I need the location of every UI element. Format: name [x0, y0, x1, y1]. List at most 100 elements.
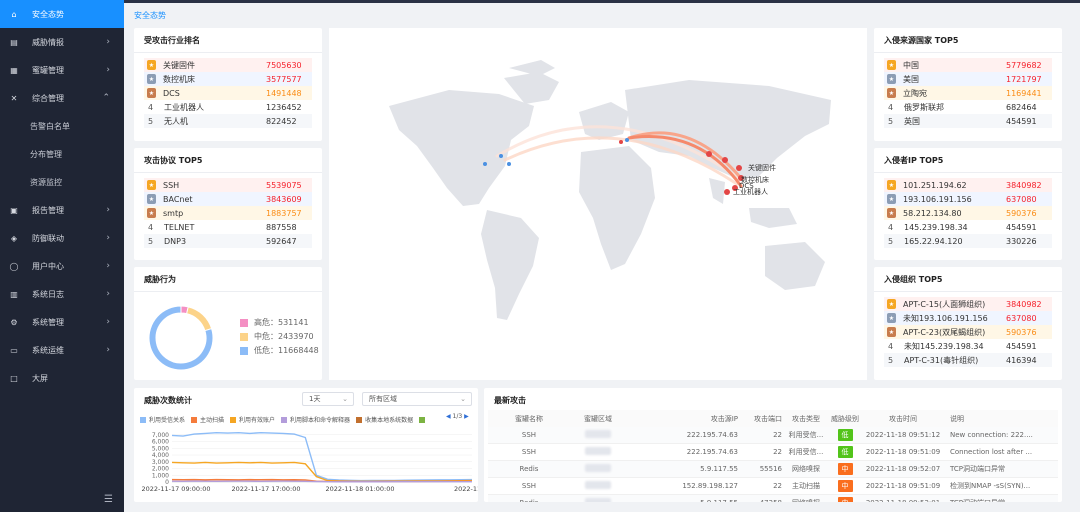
rank-number: 4	[888, 102, 894, 112]
top-bar	[124, 0, 1080, 3]
collapse-icon[interactable]: ☰	[104, 494, 113, 505]
rank-row[interactable]: 5 英国 454591	[884, 114, 1052, 128]
chart-legend-item[interactable]: 收集本地系统数据	[356, 415, 413, 424]
chart-legend-item[interactable]: 利用受信关系	[140, 415, 185, 424]
rank-row[interactable]: ★ DCS 1491448	[144, 86, 312, 100]
sidebar-item-a3[interactable]: ✕ 综合管理 ⌃	[0, 84, 124, 112]
sidebar-subitem[interactable]: 告警白名单	[0, 112, 124, 140]
sidebar-item-b6[interactable]: □ 大屏	[0, 364, 124, 392]
rank-row[interactable]: ★ 中国 5779682	[884, 58, 1052, 72]
series-line[interactable]	[171, 431, 473, 482]
sidebar-item-b4[interactable]: ⚙ 系统管理 ›	[0, 308, 124, 336]
sidebar-item-a0[interactable]: ⌂ 安全态势	[0, 0, 124, 28]
cell-level: 中	[830, 480, 860, 492]
next-icon[interactable]: ▶	[464, 413, 469, 420]
rank-row[interactable]: 5 DNP3 592647	[144, 234, 312, 248]
rank-row[interactable]: ★ smtp 1883757	[144, 206, 312, 220]
table-row[interactable]: SSH 222.195.74.63 22 利用受信... 低 2022-11-18 09:…	[488, 427, 1058, 444]
rank-row[interactable]: ★ 美国 1721797	[884, 72, 1052, 86]
industry-title: 受攻击行业排名	[144, 36, 200, 45]
table-header-cell: 攻击类型	[792, 414, 820, 423]
rank-row[interactable]: 5 165.22.94.120 330226	[884, 234, 1052, 248]
blurred-region	[585, 498, 611, 502]
sidebar-subitem[interactable]: 资源监控	[0, 168, 124, 196]
rank-name: 58.212.134.80	[903, 208, 962, 218]
region-select[interactable]: 所有区域 ⌄	[362, 392, 472, 406]
rank-number: 4	[888, 341, 894, 351]
rank-row[interactable]: ★ 101.251.194.62 3840982	[884, 178, 1052, 192]
series-line[interactable]	[171, 480, 472, 483]
table-row[interactable]: Redis 5.9.117.5547258网络嗅探 中 2022-11-18 09:5…	[488, 495, 1058, 502]
rank-value: 330226	[1006, 236, 1037, 246]
sidebar-item-b0[interactable]: ▣ 报告管理 ›	[0, 196, 124, 224]
rank-row[interactable]: ★ 58.212.134.80 590376	[884, 206, 1052, 220]
chart-legend-item[interactable]: 利用脚本和命令解释器	[281, 415, 350, 424]
cell-honeypot: Redis	[519, 465, 539, 473]
sidebar-item-a1[interactable]: ▤ 威胁情报 ›	[0, 28, 124, 56]
chart-legend: 利用受信关系 主动扫描 利用有效账户 利用脚本和命令解释器 收集本地系统数据	[140, 415, 434, 424]
rank-name: APT-C-23(双尾蝎组织)	[903, 327, 986, 337]
cell-level: 中	[830, 497, 860, 502]
world-map-svg: 关键固件 数控机床 DCS 工业机器人	[389, 60, 831, 320]
chevron-down-icon: ⌄	[460, 395, 466, 403]
cell-source-ip: 152.89.198.127	[682, 482, 738, 490]
rank-row[interactable]: 5 APT-C-31(毒针组织) 416394	[884, 353, 1052, 367]
sidebar-item-b1[interactable]: ◈ 防御联动 ›	[0, 224, 124, 252]
chart-legend-item[interactable]: 主动扫描	[191, 415, 224, 424]
world-map[interactable]: 关键固件 数控机床 DCS 工业机器人	[329, 28, 867, 380]
rank-row[interactable]: ★ APT-C-23(双尾蝎组织) 590376	[884, 325, 1052, 339]
sidebar-subitem[interactable]: 分布管理	[0, 140, 124, 168]
rank-name: 101.251.194.62	[903, 180, 967, 190]
rank-row[interactable]: ★ 数控机床 3577577	[144, 72, 312, 86]
rank-row[interactable]: ★ 关键固件 7505630	[144, 58, 312, 72]
legend-pager[interactable]: ◀ 1/3 ▶	[446, 413, 469, 420]
rank-name: DNP3	[164, 236, 187, 246]
sidebar-item-label: 系统管理	[32, 317, 64, 327]
rank-row[interactable]: 4 工业机器人 1236452	[144, 100, 312, 114]
breadcrumb[interactable]: 安全态势	[134, 10, 166, 21]
period-select[interactable]: 1天 ⌄	[302, 392, 354, 406]
sidebar-item-b3[interactable]: ▥ 系统日志 ›	[0, 280, 124, 308]
monitor-icon: ▭	[10, 345, 18, 355]
rank-value: 822452	[266, 116, 297, 126]
legend-low-swatch	[240, 346, 248, 355]
org-panel: 入侵组织 TOP5 ★ APT-C-15(人面狮组织) 3840982 ★ 未知193.…	[874, 267, 1062, 380]
donut-slice[interactable]	[186, 306, 213, 332]
rank-row[interactable]: ★ APT-C-15(人面狮组织) 3840982	[884, 297, 1052, 311]
cell-desc: TCP洞动端口异常	[950, 465, 1005, 473]
rank-name: 中国	[903, 60, 919, 70]
cell-level: 低	[830, 446, 860, 458]
sidebar-item-b2[interactable]: ◯ 用户中心 ›	[0, 252, 124, 280]
level-badge: 中	[837, 463, 853, 475]
chart-legend-item[interactable]: 利用有效账户	[230, 415, 275, 424]
rank-row[interactable]: ★ BACnet 3843609	[144, 192, 312, 206]
rank-row[interactable]: 4 未知145.239.198.34 454591	[884, 339, 1052, 353]
sidebar-item-b5[interactable]: ▭ 系统运维 ›	[0, 336, 124, 364]
rank-row[interactable]: 4 TELNET 887558	[144, 220, 312, 234]
rank-name: 未知145.239.198.34	[904, 341, 984, 351]
chart-legend-item[interactable]	[419, 415, 428, 424]
table-header-cell: 攻击源IP	[710, 414, 738, 423]
cell-type: 主动扫描	[792, 482, 820, 490]
rank-row[interactable]: ★ 193.106.191.156 637080	[884, 192, 1052, 206]
table-row[interactable]: SSH 222.195.74.63 22 利用受信... 低 2022-11-18 09:…	[488, 444, 1058, 461]
table-row[interactable]: SSH 152.89.198.127 22 主动扫描 中 2022-11-18 09:51…	[488, 478, 1058, 495]
series-line[interactable]	[171, 461, 473, 482]
threat-chart-title: 威胁次数统计	[144, 396, 192, 405]
table-row[interactable]: Redis 5.9.117.55 55516 网络嗅探 中 2022-11-18 09:5…	[488, 461, 1058, 478]
rank-name: 193.106.191.156	[903, 194, 972, 204]
sidebar-item-a2[interactable]: ▦ 蜜罐管理 ›	[0, 56, 124, 84]
rank-value: 416394	[1006, 355, 1037, 365]
level-badge: 中	[837, 480, 853, 492]
prev-icon[interactable]: ◀	[446, 413, 451, 420]
chevron-icon: ›	[106, 65, 110, 75]
rank-value: 1491448	[266, 88, 302, 98]
rank-row[interactable]: ★ 立陶宛 1169441	[884, 86, 1052, 100]
rank-row[interactable]: ★ SSH 5539075	[144, 178, 312, 192]
rank-row[interactable]: ★ 未知193.106.191.156 637080	[884, 311, 1052, 325]
rank-row[interactable]: 4 145.239.198.34 454591	[884, 220, 1052, 234]
chart-legend-swatch	[230, 416, 237, 423]
rank-row[interactable]: 4 俄罗斯联邦 682464	[884, 100, 1052, 114]
rank-row[interactable]: 5 无人机 822452	[144, 114, 312, 128]
shield-icon: ◈	[10, 233, 18, 243]
